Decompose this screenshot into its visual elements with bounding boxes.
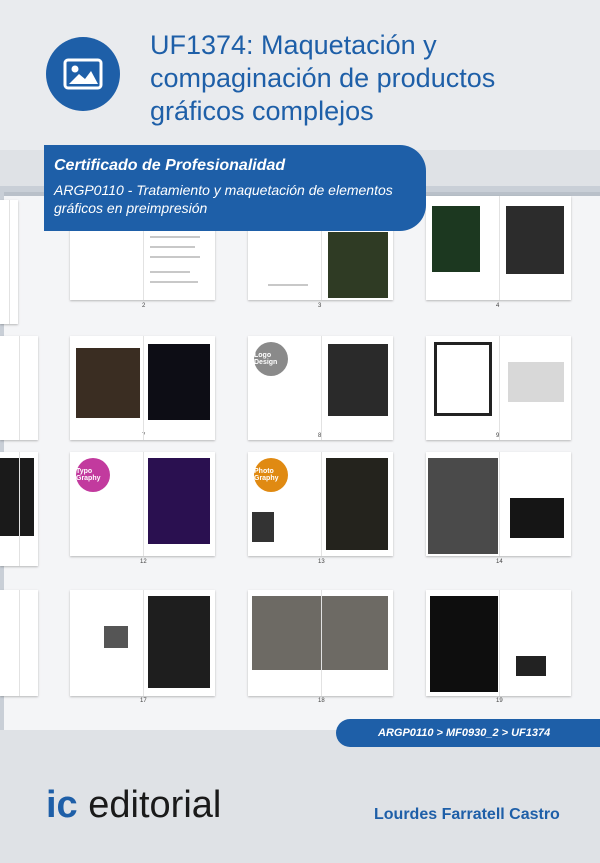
spread-17: 17 (70, 590, 215, 704)
text-line (150, 271, 190, 273)
spread-4: 4 (426, 196, 571, 309)
market-boat-photo (252, 596, 388, 670)
page-number: 8 (318, 433, 322, 439)
book-title: UF1374: Maquetación y compaginación de p… (150, 30, 496, 126)
city-night-photo (326, 458, 388, 550)
interior-photo (506, 206, 564, 274)
spread-13: Photo Graphy 13 (248, 452, 393, 565)
voice-poster-image (148, 344, 210, 420)
spread-left-edge-2 (0, 336, 38, 440)
publisher-prefix: ic (46, 784, 78, 826)
green-logo-frame (434, 342, 492, 416)
text-line (150, 236, 200, 238)
spread-left-edge-3 (0, 452, 38, 566)
bokeh-photo (430, 596, 498, 692)
spread-18: 18 (248, 590, 393, 704)
spread-8: Logo Design 8 (248, 336, 393, 440)
certificate-banner: Certificado de Profesionalidad ARGP0110 … (44, 145, 426, 231)
page-number: 18 (318, 698, 325, 704)
photography-badge: Photo Graphy (254, 458, 288, 492)
camera-image (252, 512, 274, 542)
spread-left-edge-1 (0, 200, 18, 324)
thumb-image (0, 458, 34, 536)
text-line (150, 281, 198, 283)
page-number: 7 (142, 433, 146, 439)
text-line (150, 256, 200, 258)
page-number: 17 (140, 698, 147, 704)
dog-photo (148, 596, 210, 688)
page-number: 3 (318, 303, 322, 309)
breadcrumb: ARGP0110 > MF0930_2 > UF1374 (336, 719, 600, 747)
business-cards-image (508, 362, 564, 402)
page-number: 14 (496, 559, 503, 565)
spread-19: 19 (426, 590, 571, 704)
smoke-poster-image (432, 206, 480, 272)
author-name: Lourdes Farratell Castro (374, 806, 560, 823)
logo-frame-image (328, 344, 388, 416)
text-line (268, 284, 308, 286)
page-number: 2 (142, 303, 146, 309)
page-number: 13 (318, 559, 325, 565)
concert-photo-grid (76, 348, 140, 418)
space-poster-image (148, 458, 210, 544)
typography-badge: Typo Graphy (76, 458, 110, 492)
logo-design-badge: Logo Design (254, 342, 288, 376)
publisher-logo: ic editorial (46, 784, 221, 827)
publisher-name: editorial (77, 784, 222, 826)
page-number: 19 (496, 698, 503, 704)
certificate-heading: Certificado de Profesionalidad (54, 157, 286, 174)
spread-9: 9 (426, 336, 571, 440)
page-number: 4 (496, 303, 500, 309)
lens-image (516, 656, 546, 676)
spread-left-edge-4 (0, 590, 38, 696)
spread-14: 14 (426, 452, 571, 565)
image-icon (46, 37, 120, 111)
street-bw-photo (428, 458, 498, 554)
poster-image (328, 232, 388, 298)
spread-12: Typo Graphy 12 (70, 452, 215, 565)
camera-lens-image (510, 498, 564, 538)
certificate-subtitle: ARGP0110 - Tratamiento y maquetación de … (54, 182, 393, 216)
spread-7: 7 (70, 336, 215, 440)
page-number: 12 (140, 559, 147, 565)
text-line (150, 246, 195, 248)
lens-image (104, 626, 128, 648)
page-number: 9 (496, 433, 500, 439)
